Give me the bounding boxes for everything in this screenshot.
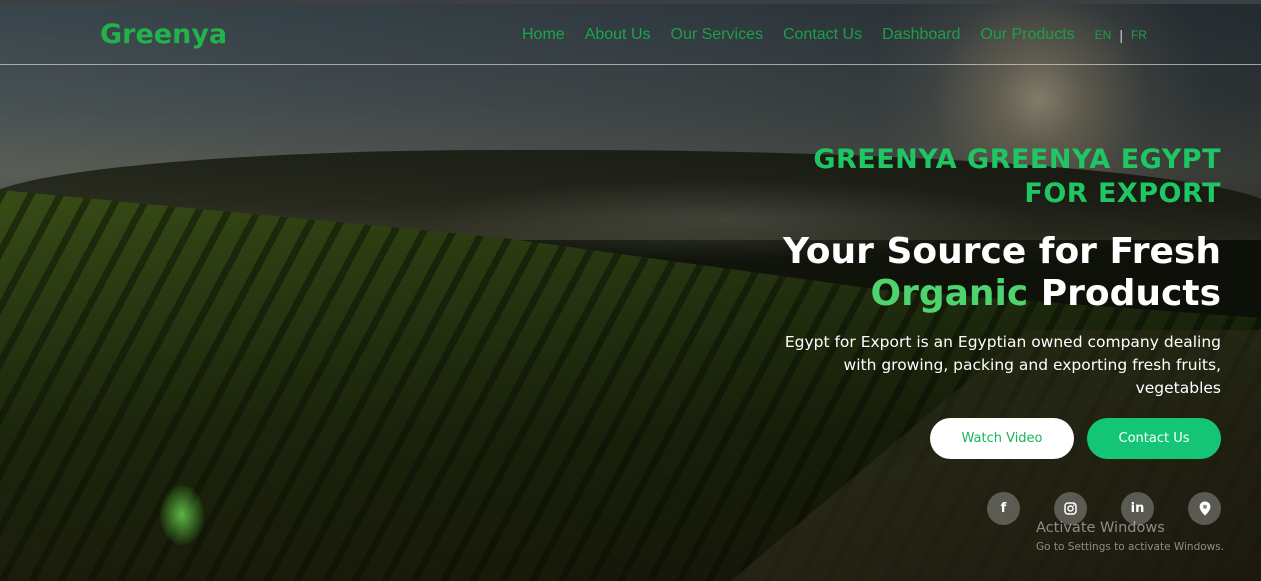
instagram-glyph xyxy=(1064,502,1077,515)
watermark-subtitle: Go to Settings to activate Windows. xyxy=(1036,541,1225,553)
hero-headline: Your Source for Fresh Organic Products xyxy=(701,231,1221,315)
facebook-icon[interactable]: f xyxy=(987,492,1020,525)
language-separator: | xyxy=(1119,27,1123,43)
watch-video-button[interactable]: Watch Video xyxy=(930,418,1074,459)
company-name-line-1: GREENYA GREENYA EGYPT xyxy=(813,144,1221,175)
navbar: Greenya Home About Us Our Services Conta… xyxy=(0,4,1261,65)
language-en[interactable]: EN xyxy=(1095,28,1112,42)
location-pin-glyph xyxy=(1199,501,1210,516)
brand-logo[interactable]: Greenya xyxy=(100,19,227,50)
nav-links: Home About Us Our Services Contact Us Da… xyxy=(522,26,1147,44)
language-fr[interactable]: FR xyxy=(1131,28,1147,42)
nav-link-our-products[interactable]: Our Products xyxy=(980,26,1074,44)
headline-part-2: Products xyxy=(1040,273,1221,314)
nav-link-about-us[interactable]: About Us xyxy=(585,26,651,44)
hero-actions: Watch Video Contact Us xyxy=(930,418,1221,459)
hero-description: Egypt for Export is an Egyptian owned co… xyxy=(784,333,1221,397)
activate-windows-watermark: Activate Windows Go to Settings to activ… xyxy=(1036,520,1224,553)
company-name: GREENYA GREENYA EGYPT FOR EXPORT xyxy=(701,143,1221,211)
nav-link-dashboard[interactable]: Dashboard xyxy=(882,26,960,44)
headline-accent: Organic xyxy=(870,273,1029,314)
company-name-line-2: FOR EXPORT xyxy=(1024,178,1221,209)
nav-link-contact-us[interactable]: Contact Us xyxy=(783,26,862,44)
hero-content: GREENYA GREENYA EGYPT FOR EXPORT Your So… xyxy=(701,143,1221,400)
watermark-title: Activate Windows xyxy=(1036,520,1165,536)
headline-part-1: Your Source for Fresh xyxy=(783,231,1221,272)
lens-flare xyxy=(160,485,204,545)
contact-us-button[interactable]: Contact Us xyxy=(1087,418,1221,459)
nav-link-our-services[interactable]: Our Services xyxy=(671,26,763,44)
nav-link-home[interactable]: Home xyxy=(522,26,565,44)
